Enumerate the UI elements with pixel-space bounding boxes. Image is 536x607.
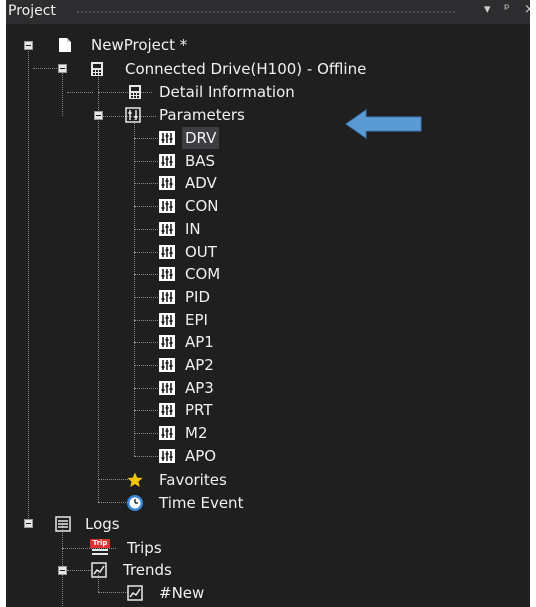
trend-chart-icon <box>91 562 107 578</box>
dropdown-icon[interactable]: ▾ <box>484 2 491 17</box>
tree-label-favorites: Favorites <box>159 471 227 489</box>
trip-icon: Trip <box>90 539 110 557</box>
tree-label-connected-drive: Connected Drive(H100) - Offline <box>125 60 367 78</box>
param-sliders-icon <box>159 426 175 441</box>
star-icon <box>127 472 143 487</box>
tree-label-param-out: OUT <box>185 242 217 261</box>
param-sliders-icon <box>159 153 175 168</box>
clock-icon <box>127 495 143 511</box>
collapse-newproject-toggle[interactable] <box>24 41 33 50</box>
param-sliders-icon <box>159 131 175 145</box>
tree-label-parameters: Parameters <box>159 106 245 124</box>
collapse-drive-toggle[interactable] <box>58 64 67 73</box>
close-icon[interactable]: × <box>524 2 530 17</box>
param-sliders-icon <box>159 267 175 282</box>
tree-label-time-event: Time Event <box>159 494 244 512</box>
param-sliders-icon <box>159 244 175 259</box>
drive-detail-icon <box>129 85 141 99</box>
panel-titlebar: Project ▾ ᵖ × <box>6 0 530 24</box>
annotation-arrow-icon <box>345 109 422 139</box>
tree-label-param-in: IN <box>185 219 201 238</box>
parameters-icon <box>125 107 141 123</box>
tree-label-param-epi: EPI <box>185 310 208 329</box>
collapse-trends-toggle[interactable] <box>58 566 67 575</box>
tree-label-trips: Trips <box>127 539 162 557</box>
titlebar-grip[interactable] <box>76 10 456 15</box>
param-sliders-icon <box>159 176 175 191</box>
tree-label-param-pid: PID <box>185 287 211 306</box>
project-tree: NewProject * Connected Drive(H100) - Off… <box>6 24 530 607</box>
collapse-parameters-toggle[interactable] <box>94 111 103 120</box>
list-icon <box>55 516 71 532</box>
param-sliders-icon <box>159 358 175 372</box>
tree-label-newproject: NewProject * <box>91 36 188 54</box>
collapse-logs-toggle[interactable] <box>24 519 33 528</box>
param-sliders-icon <box>159 199 175 214</box>
tree-label-param-ap3: AP3 <box>185 378 214 397</box>
tree-label-param-bas: BAS <box>185 151 216 170</box>
tree-label-param-m2: M2 <box>185 424 208 443</box>
tree-label-param-drv: DRV <box>182 127 220 149</box>
param-sliders-icon <box>159 221 175 236</box>
tree-label-new-trend: #New <box>159 584 205 602</box>
trend-chart-icon <box>127 585 143 601</box>
tree-label-param-apo: APO <box>185 446 217 465</box>
param-sliders-icon <box>159 312 175 327</box>
tree-label-param-prt: PRT <box>185 401 213 420</box>
tree-label-param-ap2: AP2 <box>185 356 214 374</box>
param-sliders-icon <box>159 289 175 304</box>
drive-icon <box>91 62 103 76</box>
project-panel: Project ▾ ᵖ × NewProject * Connected Dri… <box>0 0 536 607</box>
tree-label-param-adv: ADV <box>185 174 217 193</box>
pin-icon[interactable]: ᵖ <box>504 2 510 17</box>
tree-label-trends: Trends <box>123 561 172 579</box>
panel-title: Project <box>8 3 56 19</box>
tree-label-logs: Logs <box>85 515 120 533</box>
tree-label-param-con: CON <box>185 197 219 216</box>
param-sliders-icon <box>159 380 175 395</box>
document-icon <box>59 38 71 52</box>
param-sliders-icon <box>159 403 175 418</box>
tree-label-param-ap1: AP1 <box>185 333 214 352</box>
tree-label-param-com: COM <box>185 265 221 284</box>
trip-badge: Trip <box>90 539 110 548</box>
tree-label-detail-information: Detail Information <box>159 83 295 101</box>
param-sliders-icon <box>159 448 175 463</box>
param-sliders-icon <box>159 335 175 350</box>
